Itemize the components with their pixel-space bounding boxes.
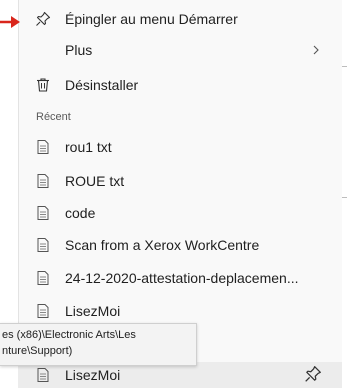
recent-item-label: ROUE txt (65, 173, 125, 189)
document-icon (34, 236, 52, 254)
document-icon (34, 138, 52, 156)
recent-item-label: LisezMoi (65, 303, 121, 319)
path-tooltip: es (x86)\Electronic Arts\Les nture\Suppo… (0, 323, 197, 366)
recent-section-header: Récent (36, 111, 71, 123)
menu-item-uninstall[interactable]: Désinstaller (18, 69, 342, 101)
right-edge-tick (342, 197, 347, 198)
right-edge (342, 0, 347, 388)
recent-item-label: 24-12-2020-attestation-deplacemen... (65, 270, 299, 286)
document-icon (34, 204, 52, 222)
recent-item-label: rou1 txt (65, 139, 112, 155)
document-icon (34, 366, 52, 384)
menu-item-more[interactable]: Plus (18, 34, 342, 66)
chevron-right-icon (313, 45, 319, 55)
recent-item[interactable]: ROUE txt (18, 165, 342, 197)
tooltip-line: nture\Support) (2, 345, 73, 357)
document-icon (34, 302, 52, 320)
recent-item[interactable]: Scan from a Xerox WorkCentre (18, 229, 342, 261)
recent-item[interactable]: 24-12-2020-attestation-deplacemen... (18, 262, 342, 294)
menu-item-pin-start[interactable]: Épingler au menu Démarrer (18, 3, 342, 35)
trash-icon (34, 76, 52, 94)
menu-item-label: Désinstaller (65, 77, 139, 93)
document-icon (34, 172, 52, 190)
right-edge-tick (342, 66, 347, 67)
tooltip-line: es (x86)\Electronic Arts\Les (2, 329, 136, 341)
recent-item[interactable]: code (18, 197, 342, 229)
pin-icon[interactable] (304, 365, 322, 383)
recent-item-label: code (65, 205, 96, 221)
document-icon (34, 269, 52, 287)
pin-icon (34, 10, 52, 28)
menu-item-label: Plus (65, 42, 93, 58)
recent-item[interactable]: rou1 txt (18, 131, 342, 163)
recent-item-label: LisezMoi (65, 367, 121, 383)
menu-item-label: Épingler au menu Démarrer (65, 11, 238, 27)
recent-item-label: Scan from a Xerox WorkCentre (65, 237, 260, 253)
page: Épingler au menu Démarrer Plus Désinstal… (0, 0, 347, 388)
